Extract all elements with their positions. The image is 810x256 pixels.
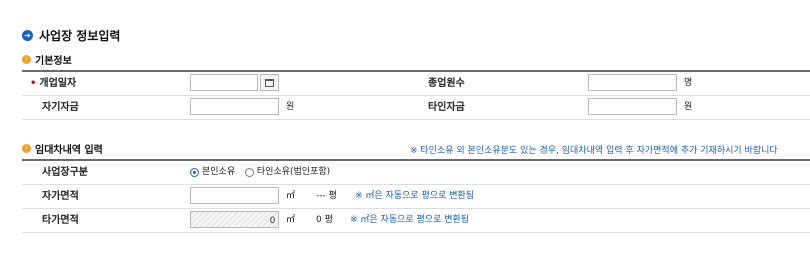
page-title: ➜ 사업장 정보입력 (22, 27, 120, 44)
own-area-label: 자가면적 (42, 191, 79, 202)
bullet-circle-icon: › (22, 55, 31, 64)
row-capital: 자기자금 원 타인자금 원 (22, 96, 810, 120)
bullet-circle-icon: › (22, 144, 31, 153)
basic-info-table: • 개업일자 종업원수 명 자기자금 원 타인자금 원 (22, 70, 810, 120)
lease-info-table: 사업장구분 본인소유 타인소유(법인포함) 자가면적 ㎡ --- 평 ※ ㎡은 … (22, 159, 810, 233)
row-open-date: • 개업일자 종업원수 명 (22, 72, 810, 96)
radio-own[interactable] (190, 168, 199, 177)
employees-label: 종업원수 (428, 78, 465, 89)
site-type-radio-group: 본인소유 타인소유(법인포함) (190, 161, 330, 184)
site-type-label: 사업장구분 (42, 167, 88, 178)
page-title-text: 사업장 정보입력 (39, 29, 121, 43)
employees-input[interactable] (588, 74, 677, 91)
employees-unit: 명 (684, 78, 693, 88)
own-area-input[interactable] (190, 187, 279, 204)
row-other-area: 타가면적 ㎡ 0 평 ※ ㎡은 자동으로 평으로 변환됨 (22, 209, 810, 233)
other-area-note: ※ ㎡은 자동으로 평으로 변환됨 (350, 215, 470, 225)
radio-other[interactable] (244, 168, 254, 177)
other-area-pyeong: 0 평 (316, 215, 333, 225)
own-area-pyeong: --- 평 (316, 191, 337, 201)
own-capital-label: 자기자금 (42, 102, 79, 113)
own-capital-unit: 원 (286, 102, 295, 112)
calendar-button[interactable] (260, 74, 279, 91)
basic-info-heading-text: 기본정보 (35, 56, 72, 67)
open-date-label: • 개업일자 (30, 72, 76, 95)
own-capital-input[interactable] (190, 98, 279, 115)
required-mark: • (30, 78, 37, 89)
other-capital-input[interactable] (588, 98, 677, 115)
calendar-icon (265, 78, 274, 87)
other-capital-unit: 원 (684, 102, 693, 112)
basic-info-heading: › 기본정보 (22, 52, 72, 67)
own-area-note: ※ ㎡은 자동으로 평으로 변환됨 (355, 191, 475, 201)
row-site-type: 사업장구분 본인소유 타인소유(법인포함) (22, 161, 810, 185)
other-capital-label: 타인자금 (428, 102, 465, 113)
lease-info-heading-text: 임대차내역 입력 (35, 145, 103, 156)
lease-info-heading: › 임대차내역 입력 (22, 141, 103, 156)
other-area-input (190, 211, 279, 228)
other-area-label: 타가면적 (42, 215, 79, 226)
arrow-circle-icon: ➜ (22, 30, 33, 41)
lease-notice: ※ 타인소유 외 본인소유분도 있는 경우, 임대차내역 입력 후 자가면적에 … (410, 146, 778, 156)
other-area-unit: ㎡ (286, 215, 296, 225)
open-date-label-text: 개업일자 (39, 78, 77, 89)
own-area-unit: ㎡ (286, 191, 296, 201)
row-own-area: 자가면적 ㎡ --- 평 ※ ㎡은 자동으로 평으로 변환됨 (22, 185, 810, 209)
radio-other-label[interactable]: 타인소유(법인포함) (257, 167, 330, 177)
open-date-input[interactable] (190, 74, 258, 91)
radio-own-label[interactable]: 본인소유 (202, 167, 235, 177)
